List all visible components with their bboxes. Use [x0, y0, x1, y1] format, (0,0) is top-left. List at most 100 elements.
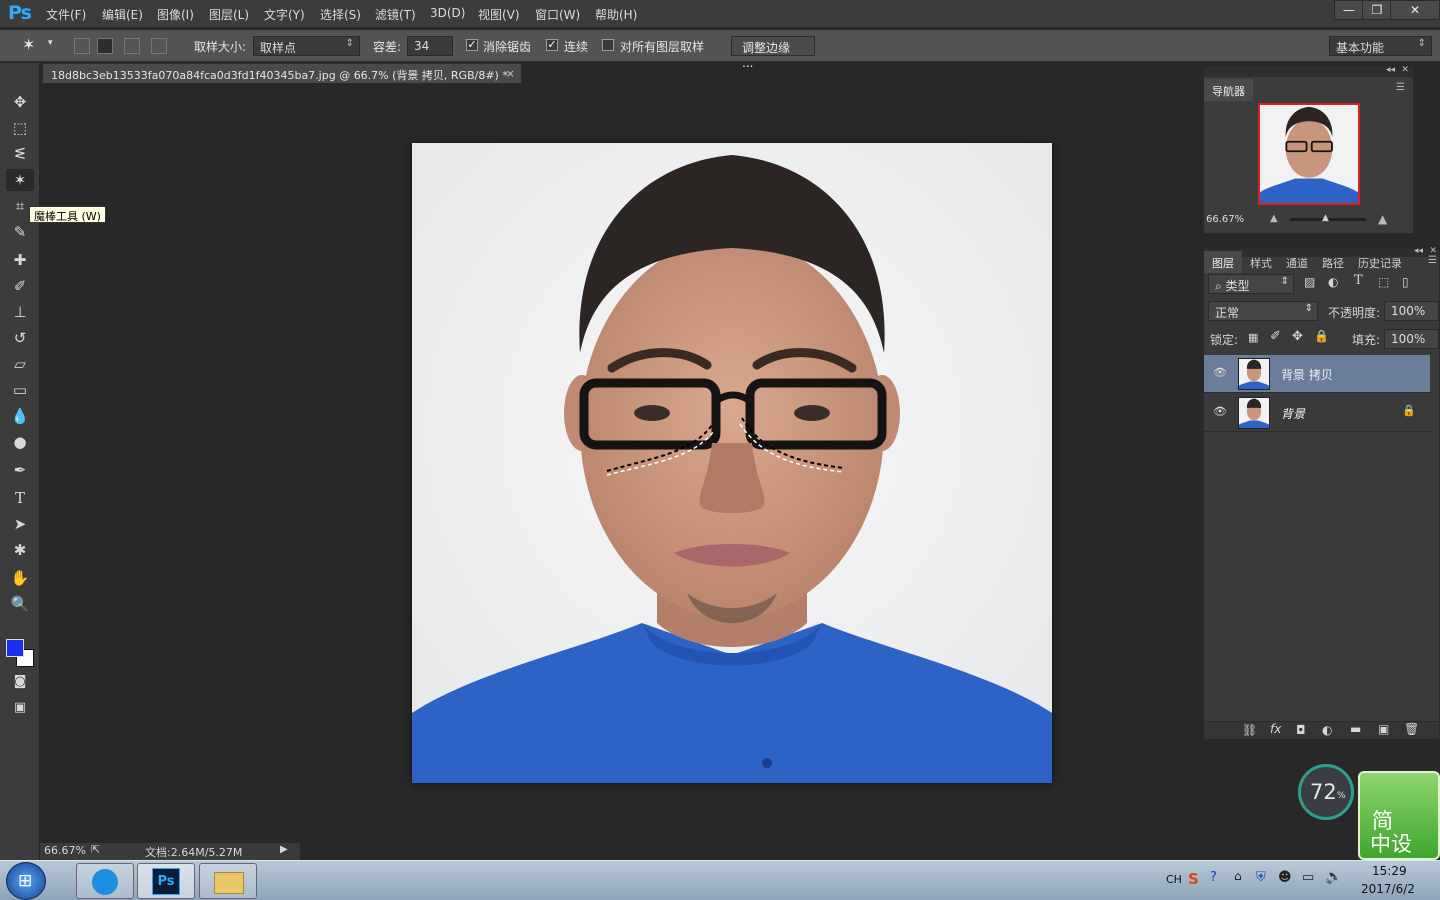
- volume-icon[interactable]: 🔊: [1325, 869, 1342, 885]
- refine-edge-button[interactable]: 调整边缘 ...: [731, 36, 815, 70]
- anti-alias-checkbox[interactable]: ✓: [466, 39, 478, 51]
- status-arrow-icon[interactable]: ▶: [280, 844, 288, 855]
- delete-layer-icon[interactable]: 🗑: [1404, 722, 1419, 736]
- clock-date[interactable]: 2017/6/2: [1361, 882, 1415, 896]
- document-tab[interactable]: 18d8bc3eb13533fa070a84fca0d3fd1f40345ba7…: [42, 63, 522, 83]
- layer-row-background[interactable]: 👁 背景 🔒: [1204, 394, 1430, 432]
- filter-smart-object-icon[interactable]: ▯: [1402, 275, 1409, 289]
- memory-widget[interactable]: 72 %: [1298, 764, 1354, 820]
- tab-history[interactable]: 历史记录: [1350, 251, 1410, 273]
- zoom-out-icon[interactable]: ▲: [1270, 213, 1278, 224]
- zoom-slider-thumb[interactable]: ▲: [1322, 213, 1329, 223]
- start-button[interactable]: ⊞: [6, 862, 46, 900]
- type-icon[interactable]: T: [6, 487, 34, 509]
- hand-icon[interactable]: ✋: [6, 567, 34, 589]
- navigator-zoom[interactable]: 66.67%: [1206, 214, 1244, 225]
- filter-adjustment-icon[interactable]: ◐: [1328, 275, 1338, 289]
- foreground-color-swatch[interactable]: [6, 639, 24, 657]
- navigator-preview[interactable]: [1258, 103, 1360, 205]
- contiguous-checkbox[interactable]: ✓: [546, 39, 558, 51]
- sample-size-select[interactable]: 取样点 ⇕: [253, 36, 360, 56]
- intersect-selection-icon[interactable]: [151, 38, 167, 54]
- path-select-icon[interactable]: ➤: [6, 513, 34, 535]
- minimize-button[interactable]: —: [1334, 0, 1364, 20]
- visibility-eye-icon[interactable]: 👁: [1213, 405, 1227, 418]
- marquee-icon[interactable]: ⬚: [6, 117, 34, 139]
- screen-mode-icon[interactable]: ▣: [6, 697, 34, 719]
- chevron-down-icon[interactable]: ▾: [48, 38, 53, 48]
- menu-edit[interactable]: 编辑(E): [102, 6, 143, 23]
- menu-select[interactable]: 选择(S): [320, 6, 361, 23]
- restore-button[interactable]: ❐: [1362, 0, 1392, 20]
- filter-shape-icon[interactable]: ⬚: [1378, 275, 1389, 289]
- collapse-icon[interactable]: ◂◂: [1414, 246, 1423, 256]
- lock-pixels-icon[interactable]: ✐: [1270, 329, 1281, 344]
- add-mask-icon[interactable]: ◘: [1296, 723, 1306, 737]
- taskbar-browser[interactable]: [76, 863, 134, 899]
- leaf-badge[interactable]: 简 中设: [1358, 771, 1440, 860]
- zoom-in-icon[interactable]: ▲: [1378, 212, 1387, 226]
- eyedropper-icon[interactable]: ✎: [6, 221, 34, 243]
- panel-close-icon[interactable]: ✕: [1401, 65, 1409, 75]
- menu-3d[interactable]: 3D(D): [430, 6, 465, 20]
- gradient-icon[interactable]: ▭: [6, 379, 34, 401]
- network-icon[interactable]: ▭: [1302, 870, 1314, 885]
- close-button[interactable]: ✕: [1390, 0, 1440, 20]
- zoom-icon[interactable]: 🔍: [6, 593, 34, 615]
- magic-wand-preset-icon[interactable]: ✶: [22, 35, 35, 54]
- layer-style-icon[interactable]: fx: [1270, 722, 1281, 736]
- blend-mode-select[interactable]: 正常 ⇕: [1208, 301, 1318, 321]
- opacity-input[interactable]: 100%: [1384, 301, 1439, 321]
- tolerance-input[interactable]: 34: [407, 36, 453, 56]
- new-group-icon[interactable]: ▬: [1350, 722, 1361, 736]
- taskbar-explorer[interactable]: [199, 863, 257, 899]
- status-zoom[interactable]: 66.67%: [44, 844, 86, 857]
- dodge-icon[interactable]: ●: [6, 431, 34, 453]
- document-canvas[interactable]: [412, 143, 1052, 783]
- collapse-icon[interactable]: ◂◂: [1386, 65, 1395, 75]
- add-selection-icon[interactable]: [97, 38, 113, 54]
- menu-help[interactable]: 帮助(H): [595, 6, 637, 23]
- menu-view[interactable]: 视图(V): [478, 6, 520, 23]
- workspace-select[interactable]: 基本功能 ⇕: [1329, 36, 1432, 56]
- layer-filter-select[interactable]: ⌕ 类型 ⇕: [1208, 274, 1294, 294]
- link-layers-icon[interactable]: ⛓: [1242, 723, 1257, 737]
- shield-icon[interactable]: ⛨: [1256, 870, 1266, 885]
- qq-icon[interactable]: ☻: [1278, 870, 1292, 885]
- lock-transparent-icon[interactable]: ▦: [1248, 331, 1258, 344]
- menu-window[interactable]: 窗口(W): [535, 6, 580, 23]
- subtract-selection-icon[interactable]: [124, 38, 140, 54]
- move-icon[interactable]: ✥: [6, 91, 34, 113]
- magic-wand-icon[interactable]: ✶: [6, 169, 34, 191]
- blur-icon[interactable]: 💧: [6, 405, 34, 427]
- taskbar-photoshop[interactable]: Ps: [137, 863, 195, 899]
- healing-brush-icon[interactable]: ✚: [6, 249, 34, 271]
- new-layer-icon[interactable]: ▣: [1378, 722, 1389, 736]
- menu-file[interactable]: 文件(F): [46, 6, 86, 23]
- filter-pixel-icon[interactable]: ▨: [1304, 275, 1315, 289]
- lock-all-icon[interactable]: 🔒: [1314, 329, 1329, 343]
- panel-menu-icon[interactable]: ☰: [1396, 82, 1405, 93]
- tab-navigator[interactable]: 导航器: [1204, 79, 1253, 101]
- shape-icon[interactable]: ✱: [6, 539, 34, 561]
- menu-filter[interactable]: 滤镜(T): [375, 6, 416, 23]
- sample-all-layers-checkbox[interactable]: [602, 39, 614, 51]
- tab-styles[interactable]: 样式: [1242, 251, 1280, 273]
- menu-type[interactable]: 文字(Y): [264, 6, 305, 23]
- tab-paths[interactable]: 路径: [1314, 251, 1352, 273]
- sogou-icon[interactable]: S: [1188, 870, 1199, 888]
- clone-stamp-icon[interactable]: ⊥: [6, 301, 34, 323]
- layer-name[interactable]: 背景: [1281, 405, 1305, 422]
- lock-position-icon[interactable]: ✥: [1292, 329, 1303, 344]
- export-icon[interactable]: ⇱: [91, 843, 100, 856]
- visibility-eye-icon[interactable]: 👁: [1213, 366, 1227, 379]
- filter-type-icon[interactable]: T: [1354, 273, 1363, 288]
- history-brush-icon[interactable]: ↺: [6, 327, 34, 349]
- help-icon[interactable]: ?: [1210, 870, 1217, 885]
- close-document-icon[interactable]: ×: [506, 67, 515, 80]
- clock-time[interactable]: 15:29: [1372, 864, 1407, 878]
- panel-menu-icon[interactable]: ☰: [1428, 255, 1437, 266]
- tray-expand-icon[interactable]: ⌂: [1234, 869, 1242, 883]
- menu-image[interactable]: 图像(I): [157, 6, 194, 23]
- new-selection-icon[interactable]: [74, 38, 90, 54]
